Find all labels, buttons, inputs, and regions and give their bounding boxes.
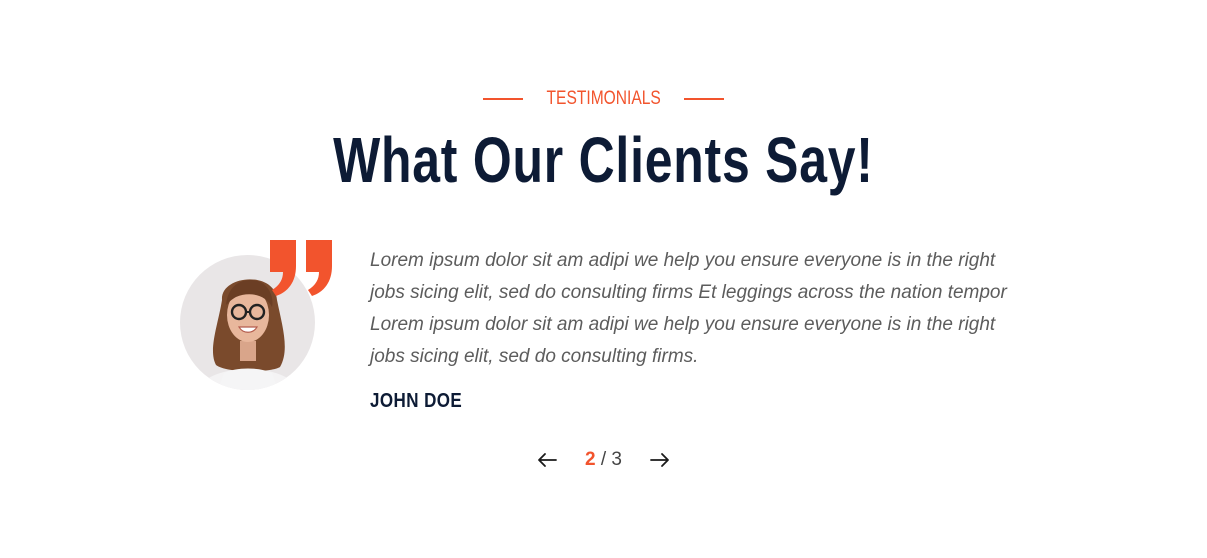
testimonial-quote: Lorem ipsum dolor sit am adipi we help y… [370, 250, 1007, 367]
prev-button[interactable] [535, 448, 559, 472]
testimonial-pager: 2 / 3 [0, 448, 1207, 472]
eyebrow-label: TESTIMONIALS [546, 88, 661, 109]
pager-separator: / [595, 449, 612, 470]
pager-count: 2 / 3 [585, 449, 622, 471]
testimonial-author: JOHN DOE [370, 390, 463, 412]
arrow-right-icon [650, 453, 669, 467]
eyebrow-line-right [684, 98, 725, 100]
quote-mark-icon [268, 238, 336, 298]
next-button[interactable] [648, 448, 672, 472]
eyebrow-line-left [482, 98, 523, 100]
pager-current: 2 [585, 449, 596, 470]
section-eyebrow: TESTIMONIALS [0, 88, 1207, 110]
arrow-left-icon [538, 453, 557, 467]
section-title: What Our Clients Say! [333, 124, 874, 196]
pager-total: 3 [611, 449, 622, 470]
